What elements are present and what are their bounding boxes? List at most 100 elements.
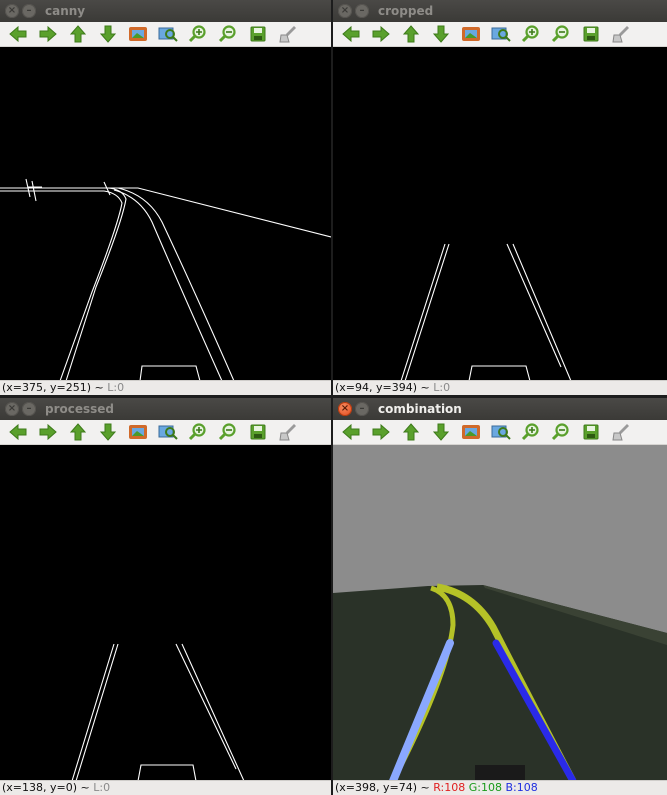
arrow-right-icon xyxy=(38,423,58,441)
arrow-right-button[interactable] xyxy=(36,421,60,443)
window-title: processed xyxy=(45,402,115,416)
image-button[interactable] xyxy=(459,421,483,443)
save-icon xyxy=(582,423,600,441)
level-readout: L:0 xyxy=(433,381,451,394)
arrow-right-button[interactable] xyxy=(369,421,393,443)
arrow-up-icon xyxy=(402,422,420,442)
properties-button[interactable] xyxy=(276,23,300,45)
image-icon xyxy=(128,423,148,441)
save-button[interactable] xyxy=(579,421,603,443)
coordinates-readout: (x=375, y=251) ~ xyxy=(2,381,104,394)
save-icon xyxy=(249,25,267,43)
window-title: combination xyxy=(378,402,462,416)
title-bar[interactable]: × – canny xyxy=(0,0,331,22)
properties-button[interactable] xyxy=(609,421,633,443)
arrow-up-button[interactable] xyxy=(66,23,90,45)
level-readout: L:0 xyxy=(107,381,125,394)
arrow-right-button[interactable] xyxy=(36,23,60,45)
zoom-in-icon xyxy=(521,423,541,441)
window-title: canny xyxy=(45,4,86,18)
arrow-up-button[interactable] xyxy=(399,23,423,45)
zoom-in-button[interactable] xyxy=(186,23,210,45)
image-icon xyxy=(128,25,148,43)
zoom-region-icon xyxy=(491,25,511,43)
zoom-out-button[interactable] xyxy=(549,23,573,45)
window-cropped: × – cropped (x=94, y=394) ~ L:0 xyxy=(333,0,667,395)
zoom-out-icon xyxy=(551,25,571,43)
processed-edge-image xyxy=(71,643,245,781)
arrow-down-button[interactable] xyxy=(96,23,120,45)
image-canvas[interactable] xyxy=(333,445,667,781)
arrow-down-button[interactable] xyxy=(429,421,453,443)
zoom-out-icon xyxy=(551,423,571,441)
save-icon xyxy=(249,423,267,441)
zoom-in-button[interactable] xyxy=(519,23,543,45)
toolbar xyxy=(0,22,331,47)
zoom-out-button[interactable] xyxy=(216,421,240,443)
arrow-right-icon xyxy=(371,423,391,441)
minimize-button[interactable]: – xyxy=(22,402,36,416)
image-button[interactable] xyxy=(126,421,150,443)
arrow-left-icon xyxy=(341,25,361,43)
zoom-in-icon xyxy=(188,25,208,43)
arrow-down-button[interactable] xyxy=(429,23,453,45)
properties-icon xyxy=(278,25,298,43)
title-bar[interactable]: × – processed xyxy=(0,398,331,420)
properties-button[interactable] xyxy=(609,23,633,45)
arrow-right-icon xyxy=(38,25,58,43)
zoom-region-button[interactable] xyxy=(489,23,513,45)
arrow-down-icon xyxy=(99,24,117,44)
coordinates-readout: (x=94, y=394) ~ xyxy=(335,381,430,394)
title-bar[interactable]: × – cropped xyxy=(333,0,667,22)
zoom-in-button[interactable] xyxy=(186,421,210,443)
window-canny: × – canny (x=375, y=251) ~ L:0 xyxy=(0,0,331,395)
status-bar: (x=375, y=251) ~ L:0 xyxy=(0,380,331,395)
status-bar: (x=94, y=394) ~ L:0 xyxy=(333,380,667,395)
image-canvas[interactable] xyxy=(0,47,331,381)
zoom-region-icon xyxy=(158,25,178,43)
arrow-up-button[interactable] xyxy=(66,421,90,443)
canny-edge-image xyxy=(0,178,331,381)
level-readout: L:0 xyxy=(93,781,111,794)
cropped-edge-image xyxy=(400,243,572,381)
minimize-button[interactable]: – xyxy=(355,402,369,416)
arrow-left-button[interactable] xyxy=(339,23,363,45)
close-button[interactable]: × xyxy=(338,4,352,18)
save-button[interactable] xyxy=(579,23,603,45)
zoom-region-button[interactable] xyxy=(156,421,180,443)
image-icon xyxy=(461,423,481,441)
arrow-left-button[interactable] xyxy=(6,23,30,45)
image-canvas[interactable] xyxy=(333,47,667,381)
title-bar[interactable]: × – combination xyxy=(333,398,667,420)
save-button[interactable] xyxy=(246,421,270,443)
save-button[interactable] xyxy=(246,23,270,45)
window-combination: × – combination (x=398, y=74) ~ R:108 G:… xyxy=(333,398,667,795)
minimize-button[interactable]: – xyxy=(355,4,369,18)
close-button[interactable]: × xyxy=(338,402,352,416)
zoom-region-button[interactable] xyxy=(489,421,513,443)
arrow-right-button[interactable] xyxy=(369,23,393,45)
arrow-down-button[interactable] xyxy=(96,421,120,443)
image-button[interactable] xyxy=(126,23,150,45)
close-button[interactable]: × xyxy=(5,4,19,18)
arrow-up-icon xyxy=(69,422,87,442)
arrow-left-button[interactable] xyxy=(339,421,363,443)
coordinates-readout: (x=398, y=74) ~ xyxy=(335,781,430,794)
arrow-up-button[interactable] xyxy=(399,421,423,443)
arrow-left-button[interactable] xyxy=(6,421,30,443)
arrow-down-icon xyxy=(432,24,450,44)
arrow-right-icon xyxy=(371,25,391,43)
status-bar: (x=398, y=74) ~ R:108 G:108 B:108 xyxy=(333,780,667,795)
minimize-button[interactable]: – xyxy=(22,4,36,18)
zoom-out-button[interactable] xyxy=(549,421,573,443)
zoom-out-button[interactable] xyxy=(216,23,240,45)
zoom-region-button[interactable] xyxy=(156,23,180,45)
save-icon xyxy=(582,25,600,43)
close-button[interactable]: × xyxy=(5,402,19,416)
image-button[interactable] xyxy=(459,23,483,45)
toolbar xyxy=(0,420,331,445)
image-canvas[interactable] xyxy=(0,445,331,781)
properties-button[interactable] xyxy=(276,421,300,443)
window-title: cropped xyxy=(378,4,434,18)
zoom-in-button[interactable] xyxy=(519,421,543,443)
